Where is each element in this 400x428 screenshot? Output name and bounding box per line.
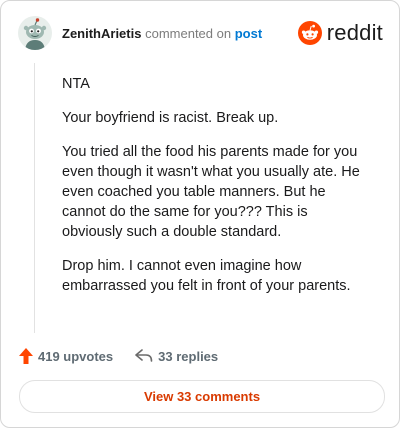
comment-card: ZenithArietis commented on post reddit N… (0, 0, 400, 428)
commented-on-text: commented on (145, 26, 232, 41)
replies-button[interactable]: 33 replies (135, 349, 218, 364)
upvote-button[interactable]: 419 upvotes (19, 348, 113, 364)
comment-paragraph: NTA (62, 76, 90, 92)
username[interactable]: ZenithArietis (62, 26, 141, 41)
comment-paragraph: You tried all the food his parents made … (62, 144, 360, 240)
thread-line (34, 63, 35, 333)
comment-header: ZenithArietis commented on post reddit (1, 1, 399, 65)
upvote-count: 419 upvotes (38, 348, 114, 364)
upvote-arrow-icon (19, 348, 33, 364)
post-link[interactable]: post (235, 26, 262, 41)
snoo-avatar-icon (18, 16, 52, 50)
replies-count: 33 replies (158, 348, 219, 364)
reddit-logo-icon (297, 21, 322, 45)
comment-actions: 419 upvotes 33 replies (19, 345, 389, 367)
comment-body: NTA Your boyfriend is racist. Break up. … (62, 74, 367, 310)
reddit-logo[interactable]: reddit (297, 20, 383, 46)
user-avatar[interactable] (18, 16, 52, 50)
view-comments-button[interactable]: View 33 comments (19, 380, 385, 413)
reddit-wordmark: reddit (326, 20, 383, 45)
comment-paragraph: Drop him. I cannot even imagine how emba… (62, 258, 351, 294)
reply-arrow-icon (135, 349, 153, 362)
comment-paragraph: Your boyfriend is racist. Break up. (62, 110, 279, 126)
comment-meta: ZenithArietis commented on post (62, 26, 262, 41)
